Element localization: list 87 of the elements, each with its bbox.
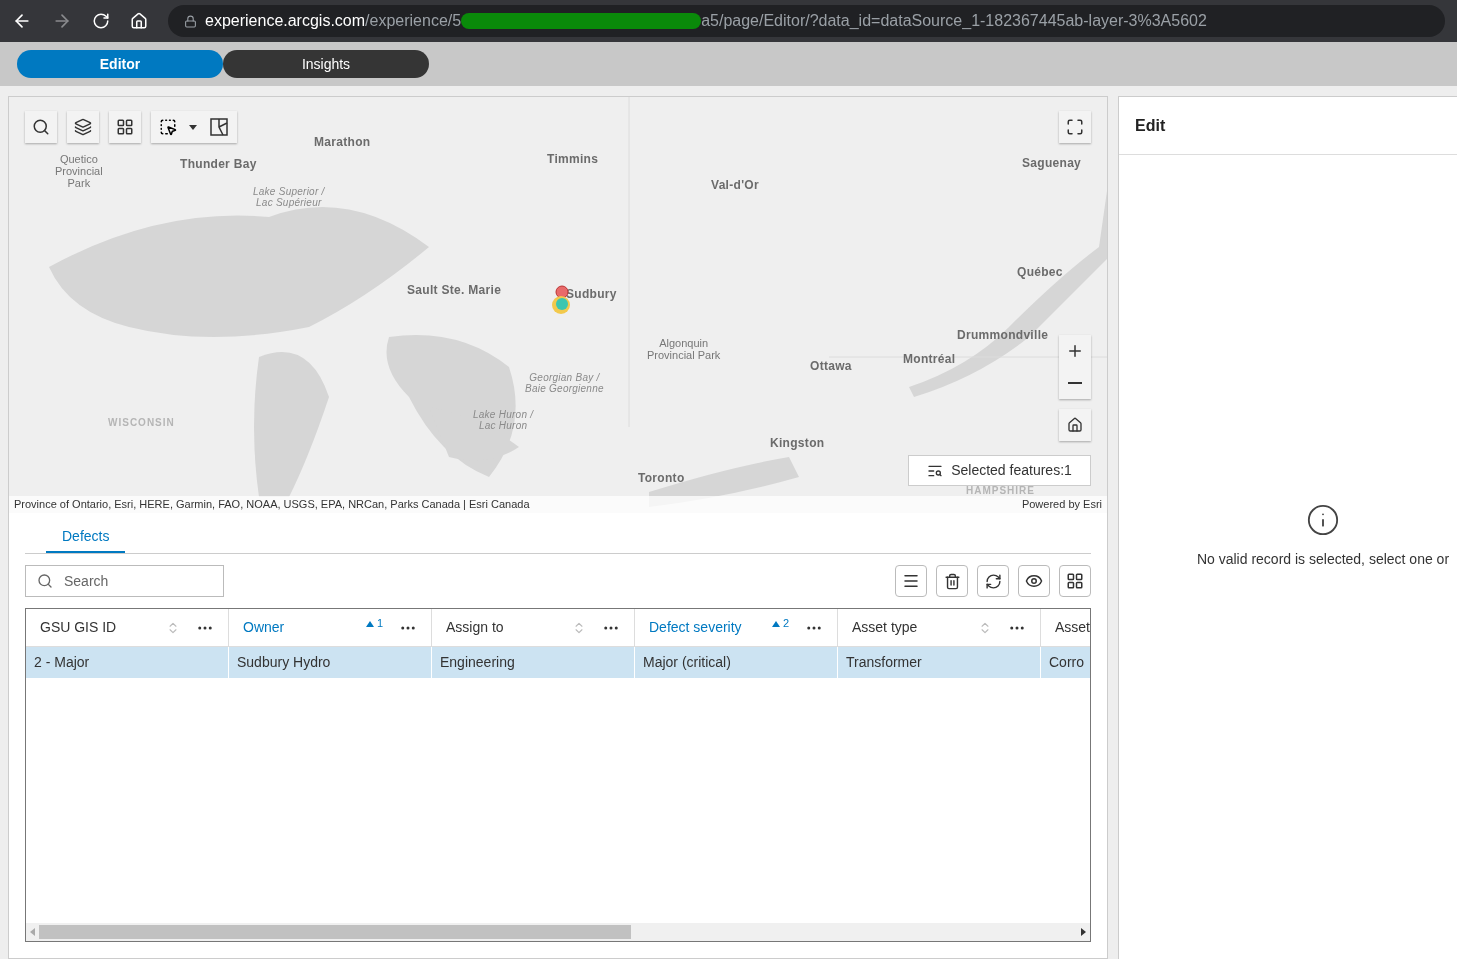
map-label: Quetico Provincial Park bbox=[55, 153, 103, 190]
home-icon bbox=[1067, 417, 1083, 433]
table-cell: Transformer bbox=[838, 647, 1041, 678]
fullscreen-button[interactable] bbox=[1059, 111, 1091, 143]
page-tab[interactable]: Editor bbox=[17, 50, 223, 78]
column-title: Assign to bbox=[446, 618, 505, 637]
grid-icon bbox=[1066, 572, 1084, 590]
empty-message: No valid record is selected, select one or bbox=[1196, 550, 1450, 569]
map-label: Sault Ste. Marie bbox=[407, 284, 502, 298]
column-title: Asset type bbox=[852, 618, 919, 637]
select-icon[interactable] bbox=[159, 118, 177, 136]
map-label: Val-d'Or bbox=[711, 179, 759, 193]
map-label: Saguenay bbox=[1022, 157, 1082, 171]
lock-icon bbox=[184, 14, 197, 28]
layers-button[interactable] bbox=[67, 111, 99, 143]
map-label: Ottawa bbox=[810, 360, 852, 374]
info-icon bbox=[1306, 503, 1340, 537]
panel-title: Edit bbox=[1135, 115, 1166, 136]
menu-button[interactable] bbox=[895, 565, 927, 597]
url-host: experience.arcgis.com bbox=[205, 11, 366, 31]
trash-icon bbox=[943, 572, 961, 590]
map-label: Lake Huron / Lac Huron bbox=[473, 409, 534, 431]
powered-by-text: Powered by Esri bbox=[1021, 497, 1102, 513]
column-header[interactable]: GSU GIS ID bbox=[26, 609, 229, 646]
column-title: Defect severity bbox=[649, 618, 743, 637]
column-title: Owner bbox=[243, 618, 286, 637]
scrollbar-thumb[interactable] bbox=[39, 925, 631, 939]
map-label: Montréal bbox=[903, 353, 956, 367]
map-label: Drummondville bbox=[957, 329, 1049, 343]
map-label: WISCONSIN bbox=[108, 417, 175, 428]
reload-icon[interactable] bbox=[92, 12, 110, 30]
map-label: Timmins bbox=[547, 153, 599, 167]
scroll-right-icon[interactable] bbox=[1081, 928, 1086, 936]
column-header[interactable]: Assign to bbox=[432, 609, 635, 646]
search-icon bbox=[37, 573, 53, 589]
home-button[interactable] bbox=[1059, 409, 1091, 441]
map-label: Sudbury bbox=[566, 288, 617, 302]
home-icon[interactable] bbox=[130, 12, 148, 30]
delete-button[interactable] bbox=[936, 565, 968, 597]
selected-features-button[interactable]: Selected features:1 bbox=[908, 455, 1091, 486]
page-tab[interactable]: Insights bbox=[223, 50, 429, 78]
horizontal-scrollbar[interactable] bbox=[26, 923, 1090, 941]
table-cell: Sudbury Hydro bbox=[229, 647, 432, 678]
column-title: Asset bbox=[1055, 618, 1090, 637]
sort-arrow-icon bbox=[771, 621, 780, 627]
map-label: HAMPSHIRE bbox=[966, 485, 1035, 496]
minus-icon bbox=[1068, 382, 1082, 384]
url-path: a5/page/Editor/?data_id=dataSource_1-182367445ab-layer-3%3A5602 bbox=[701, 11, 1207, 31]
map-label: Kingston bbox=[770, 437, 825, 451]
dropdown-icon[interactable] bbox=[189, 124, 197, 130]
grid-icon bbox=[116, 118, 134, 136]
map-label: Toronto bbox=[638, 472, 685, 486]
grid-button[interactable] bbox=[109, 111, 141, 143]
menu-icon bbox=[902, 572, 920, 590]
map-label: Québec bbox=[1017, 266, 1063, 280]
plus-icon bbox=[1066, 342, 1084, 360]
search-button[interactable] bbox=[25, 111, 57, 143]
search-icon bbox=[32, 118, 50, 136]
sort-rank: 1 bbox=[376, 618, 383, 629]
column-header[interactable]: Asset type bbox=[838, 609, 1041, 646]
refresh-icon bbox=[984, 572, 1002, 590]
map-label: Thunder Bay bbox=[180, 158, 257, 172]
map-label: Lake Superior / Lac Supérieur bbox=[253, 186, 325, 208]
view-button[interactable] bbox=[1018, 565, 1050, 597]
table-cell: Engineering bbox=[432, 647, 635, 678]
map-label: Algonquin Provincial Park bbox=[647, 337, 721, 362]
grid-button[interactable] bbox=[1059, 565, 1091, 597]
layers-icon bbox=[74, 118, 92, 136]
url-path: /experience/5 bbox=[365, 11, 462, 31]
search-field[interactable]: Search bbox=[25, 565, 224, 597]
table-cell: 2 - Major bbox=[26, 647, 229, 678]
map-label: Georgian Bay / Baie Georgienne bbox=[525, 372, 604, 394]
eye-icon bbox=[1025, 572, 1043, 590]
refresh-button[interactable] bbox=[977, 565, 1009, 597]
attribution-text: Province of Ontario, Esri, HERE, Garmin, FAO, NOAA, USGS, EPA, NRCan, Parks Canada | Esri Canada bbox=[14, 497, 530, 513]
address-bar[interactable]: experience.arcgis.com/experience/5 a5/page/Editor/?data_id=dataSource_1-182367445ab-layer-3%3A5602 bbox=[168, 5, 1445, 37]
map-frame-icon[interactable] bbox=[209, 117, 229, 137]
column-header[interactable]: Defect severity 2 bbox=[635, 609, 838, 646]
column-title: GSU GIS ID bbox=[40, 618, 118, 637]
sort-rank: 2 bbox=[782, 618, 789, 629]
table-row[interactable]: 2 - Major Sudbury Hydro Engineering Major (critical) Transformer Corro bbox=[26, 647, 1090, 678]
column-header[interactable]: Owner 1 bbox=[229, 609, 432, 646]
map-label: Marathon bbox=[314, 136, 371, 150]
fullscreen-icon bbox=[1066, 118, 1084, 136]
table-tab[interactable]: Defects bbox=[46, 521, 126, 553]
sort-arrow-icon bbox=[365, 621, 374, 627]
table-cell: Major (critical) bbox=[635, 647, 838, 678]
